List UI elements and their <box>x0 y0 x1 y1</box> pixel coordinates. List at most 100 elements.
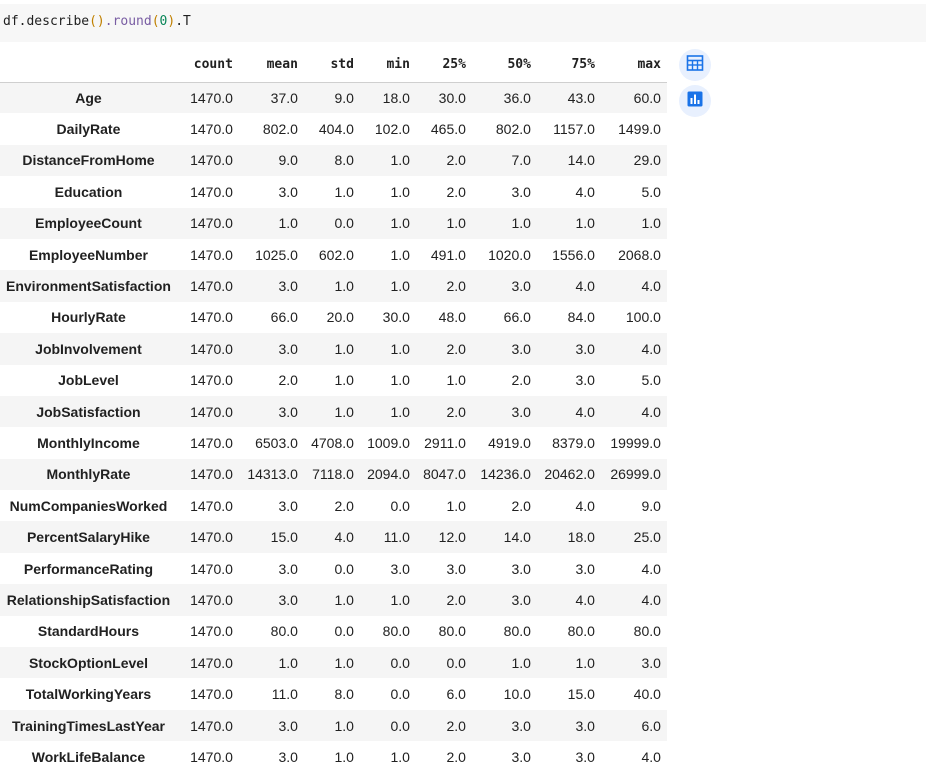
table-body: Age 1470.0 37.0 9.0 18.0 30.0 36.0 43.0 60.0 Dail… <box>0 82 667 773</box>
row-label: NumCompaniesWorked <box>9 497 168 514</box>
code-token: () <box>89 14 105 29</box>
table-cell: 4708.0 <box>311 434 354 451</box>
row-label: DistanceFromHome <box>22 152 155 169</box>
convert-to-interactive-table-button[interactable] <box>679 49 711 81</box>
table-cell: 802.0 <box>262 121 298 138</box>
table-cell: 1.0 <box>278 654 298 671</box>
table-cell: 8047.0 <box>423 466 466 483</box>
table-row: HourlyRate 1470.0 66.0 20.0 30.0 48.0 66.0 84.0… <box>0 301 667 334</box>
table-row: TrainingTimesLastYear 1470.0 3.0 1.0 0.0 2.0 3… <box>0 709 667 742</box>
table-cell: 1470.0 <box>190 278 233 295</box>
column-header: 25% <box>415 48 472 83</box>
row-label: JobInvolvement <box>35 340 142 357</box>
table-cell: 1556.0 <box>552 246 595 263</box>
table-cell: 8.0 <box>334 686 354 703</box>
table-cell: 1470.0 <box>190 748 233 765</box>
row-label: WorkLifeBalance <box>31 748 146 765</box>
table-row: WorkLifeBalance 1470.0 3.0 1.0 1.0 2.0 3.0 3.0 4… <box>0 741 667 773</box>
table-cell: 80.0 <box>503 623 531 640</box>
table-cell: 4.0 <box>575 403 595 420</box>
table-cell: 6.0 <box>446 686 466 703</box>
table-cell: 29.0 <box>633 152 661 169</box>
table-cell: 1.0 <box>390 372 410 389</box>
table-cell: 4.0 <box>575 183 595 200</box>
table-cell: 1.0 <box>390 152 410 169</box>
table-cell: 4.0 <box>575 591 595 608</box>
row-label: TotalWorkingYears <box>25 686 152 703</box>
table-row: MonthlyRate 1470.0 14313.0 7118.0 2094.0 8047… <box>0 458 667 491</box>
row-label: TrainingTimesLastYear <box>11 717 165 734</box>
table-cell: 4.0 <box>575 497 595 514</box>
table-cell: 3.0 <box>511 278 531 295</box>
row-label: PerformanceRating <box>23 560 154 577</box>
row-label: JobLevel <box>58 372 119 389</box>
cell-output: count mean std min 25% 50% 75% max Age 14… <box>0 48 667 773</box>
bar-chart-icon <box>686 90 704 112</box>
table-cell: 0.0 <box>390 654 410 671</box>
describe-table: count mean std min 25% 50% 75% max Age 14… <box>0 48 667 773</box>
table-cell: 30.0 <box>438 89 466 106</box>
table-cell: 9.0 <box>334 89 354 106</box>
row-label: MonthlyRate <box>46 466 131 483</box>
table-row: DailyRate 1470.0 802.0 404.0 102.0 465.0 802.0… <box>0 113 667 145</box>
column-header: 75% <box>536 48 601 83</box>
table-cell: 2911.0 <box>424 434 466 451</box>
column-header: count <box>176 48 239 83</box>
table-cell: 1470.0 <box>190 560 233 577</box>
table-cell: 602.0 <box>318 246 354 263</box>
table-cell: 1.0 <box>390 278 410 295</box>
output-actions <box>679 49 711 121</box>
table-cell: 3.0 <box>641 654 661 671</box>
table-cell: 1.0 <box>334 717 354 734</box>
table-cell: 4919.0 <box>488 434 531 451</box>
corner-cell <box>0 48 177 83</box>
table-cell: 100.0 <box>625 309 661 326</box>
table-row: JobInvolvement 1470.0 3.0 1.0 1.0 2.0 3.0 3.0 4.… <box>0 333 667 365</box>
table-cell: 1.0 <box>334 654 354 671</box>
table-cell: 1.0 <box>334 278 354 295</box>
table-cell: 2.0 <box>511 497 531 514</box>
table-cell: 26999.0 <box>610 466 661 483</box>
table-cell: 80.0 <box>567 623 595 640</box>
table-cell: 36.0 <box>503 89 531 106</box>
table-row: PerformanceRating 1470.0 3.0 0.0 3.0 3.0 3.0 3.… <box>0 552 667 585</box>
table-cell: 1.0 <box>446 497 466 514</box>
table-cell: 1470.0 <box>190 89 233 106</box>
table-cell: 1470.0 <box>190 183 233 200</box>
table-cell: 1470.0 <box>190 529 233 546</box>
table-cell: 2.0 <box>446 278 466 295</box>
table-header-row: count mean std min 25% 50% 75% max <box>0 48 667 83</box>
table-cell: 4.0 <box>641 748 661 765</box>
table-cell: 3.0 <box>511 340 531 357</box>
table-row: StandardHours 1470.0 80.0 0.0 80.0 80.0 80.0 80… <box>0 615 667 648</box>
table-cell: 9.0 <box>278 152 298 169</box>
table-cell: 3.0 <box>278 403 298 420</box>
table-cell: 8.0 <box>334 152 354 169</box>
row-label: Education <box>54 183 123 200</box>
code-token: .round <box>104 14 152 29</box>
code-token: .T <box>175 14 191 29</box>
table-cell: 1020.0 <box>488 246 531 263</box>
table-cell: 1470.0 <box>190 403 233 420</box>
table-cell: 1.0 <box>334 748 354 765</box>
table-cell: 18.0 <box>382 89 410 106</box>
table-cell: 1.0 <box>446 215 466 232</box>
table-cell: 2094.0 <box>367 466 410 483</box>
table-cell: 14236.0 <box>480 466 531 483</box>
table-cell: 2.0 <box>446 152 466 169</box>
suggest-charts-button[interactable] <box>679 85 711 117</box>
table-cell: 3.0 <box>446 560 466 577</box>
table-cell: 3.0 <box>511 560 531 577</box>
table-cell: 3.0 <box>511 403 531 420</box>
table-cell: 3.0 <box>278 278 298 295</box>
table-cell: 1470.0 <box>190 215 233 232</box>
code-cell[interactable]: df.describe().round(0).T <box>0 4 926 42</box>
column-header: 50% <box>471 48 537 83</box>
table-cell: 2.0 <box>446 340 466 357</box>
table-cell: 1.0 <box>334 183 354 200</box>
table-cell: 3.0 <box>278 183 298 200</box>
table-cell: 1.0 <box>278 215 298 232</box>
table-cell: 1470.0 <box>190 466 233 483</box>
table-cell: 1.0 <box>390 403 410 420</box>
table-cell: 1157.0 <box>553 121 595 138</box>
